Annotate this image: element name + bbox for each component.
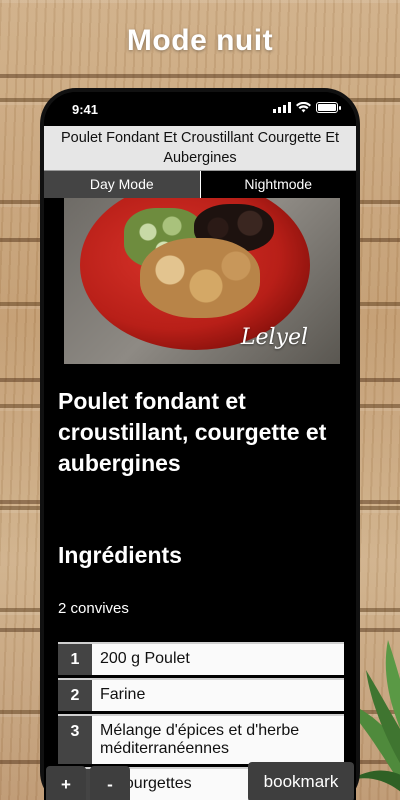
ingredient-text: 200 g Poulet <box>92 644 344 675</box>
recipe-content: Lelyel Poulet fondant et croustillant, c… <box>44 198 356 800</box>
tab-nightmode[interactable]: Nightmode <box>200 171 356 198</box>
increase-servings-button[interactable]: + <box>46 766 86 800</box>
chicken-image <box>140 238 260 318</box>
bookmark-button[interactable]: bookmark <box>248 762 354 800</box>
ingredient-text: Farine <box>92 680 344 711</box>
phone-screen: 9:41 Poulet Fondant Et Croustillant Cour… <box>44 92 356 800</box>
status-icons <box>273 102 341 113</box>
mode-tabs: Day Mode Nightmode <box>44 170 356 198</box>
decrease-servings-button[interactable]: - <box>90 766 130 800</box>
recipe-title: Poulet fondant et croustillant, courgett… <box>58 388 327 476</box>
ingredient-text: Mélange d'épices et d'herbe méditerranée… <box>92 716 344 764</box>
photo-watermark: Lelyel <box>240 325 308 350</box>
promo-title: Mode nuit <box>126 24 274 57</box>
list-item: 3 Mélange d'épices et d'herbe méditerran… <box>58 714 344 764</box>
list-item: 1 200 g Poulet <box>58 642 344 675</box>
ingredient-number: 3 <box>58 716 92 764</box>
recipe-photo: Lelyel <box>64 198 340 364</box>
list-item: 2 Farine <box>58 678 344 711</box>
signal-icon <box>273 102 291 113</box>
ingredient-number: 1 <box>58 644 92 675</box>
wood-plank-divider <box>0 74 400 78</box>
phone-notch <box>120 92 280 120</box>
ingredient-number: 2 <box>58 680 92 711</box>
bottom-bar: + - bookmark <box>44 762 356 800</box>
battery-icon <box>316 102 341 113</box>
phone-frame: 9:41 Poulet Fondant Et Croustillant Cour… <box>40 88 360 800</box>
page-title: Poulet Fondant Et Croustillant Courgette… <box>44 126 356 170</box>
status-time: 9:41 <box>72 102 99 117</box>
ingredients-heading: Ingrédients <box>58 542 182 568</box>
wifi-icon <box>296 102 311 113</box>
status-bar: 9:41 <box>44 92 356 126</box>
servings-count: 2 convives <box>58 600 129 617</box>
tab-day-mode[interactable]: Day Mode <box>44 171 201 198</box>
